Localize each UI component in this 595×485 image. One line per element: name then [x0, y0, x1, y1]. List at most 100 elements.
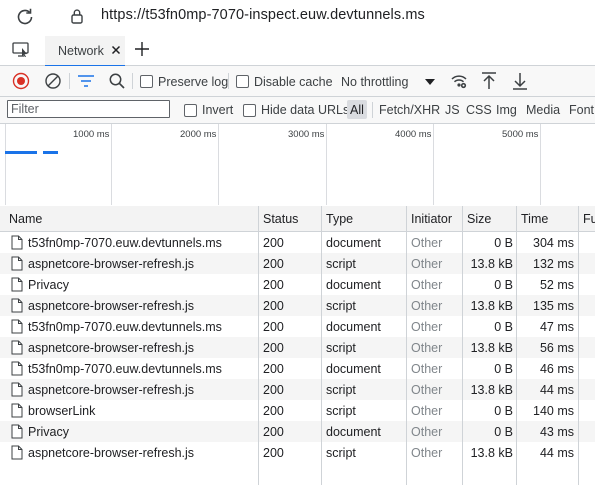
- filter-input[interactable]: [7, 100, 170, 118]
- table-row[interactable]: browserLink 200 script Other 0 B 140 ms: [0, 400, 595, 421]
- cell-status: 200: [263, 278, 284, 292]
- table-row[interactable]: aspnetcore-browser-refresh.js 200 script Ot…: [0, 253, 595, 274]
- overview-waterfall-bar: [5, 151, 37, 154]
- column-header-time[interactable]: Time: [521, 212, 548, 226]
- toolbar-divider: [132, 73, 133, 89]
- column-divider[interactable]: [321, 206, 322, 485]
- url-text[interactable]: https://t53fn0mp-7070-inspect.euw.devtun…: [101, 7, 425, 23]
- disable-cache-label[interactable]: Disable cache: [254, 75, 333, 89]
- column-header-size[interactable]: Size: [467, 212, 491, 226]
- column-header-fulfilled[interactable]: Fu: [583, 212, 595, 226]
- cell-name[interactable]: t53fn0mp-7070.euw.devtunnels.ms: [28, 362, 222, 376]
- cell-type: document: [326, 236, 381, 250]
- cell-size: 13.8 kB: [470, 383, 513, 397]
- table-row[interactable]: t53fn0mp-7070.euw.devtunnels.ms 200 docume…: [0, 316, 595, 337]
- cell-size: 0 B: [494, 236, 513, 250]
- table-row[interactable]: Privacy 200 document Other 0 B 43 ms: [0, 421, 595, 442]
- cell-size: 13.8 kB: [470, 446, 513, 460]
- table-row[interactable]: aspnetcore-browser-refresh.js 200 script Ot…: [0, 295, 595, 316]
- invert-checkbox[interactable]: [184, 104, 197, 117]
- disable-cache-checkbox[interactable]: [236, 75, 249, 88]
- table-row[interactable]: aspnetcore-browser-refresh.js 200 script Ot…: [0, 379, 595, 400]
- record-icon[interactable]: [12, 72, 30, 90]
- cell-name[interactable]: aspnetcore-browser-refresh.js: [28, 383, 194, 397]
- cell-name[interactable]: aspnetcore-browser-refresh.js: [28, 257, 194, 271]
- cell-status: 200: [263, 299, 284, 313]
- type-filter-fetch-xhr[interactable]: Fetch/XHR: [379, 103, 440, 117]
- file-icon: [11, 424, 23, 439]
- tab-network-label: Network: [58, 44, 104, 58]
- tab-network[interactable]: Network: [45, 36, 125, 67]
- preserve-log-label[interactable]: Preserve log: [158, 75, 228, 89]
- cell-type: script: [326, 341, 356, 355]
- cell-initiator: Other: [411, 236, 443, 250]
- column-divider[interactable]: [578, 206, 579, 485]
- cell-initiator: Other: [411, 257, 443, 271]
- file-icon: [11, 235, 23, 250]
- network-overview[interactable]: 1000 ms 2000 ms 3000 ms 4000 ms 5000 ms: [0, 124, 595, 207]
- cell-initiator: Other: [411, 446, 443, 460]
- table-row[interactable]: aspnetcore-browser-refresh.js 200 script Ot…: [0, 442, 595, 463]
- cell-type: script: [326, 446, 356, 460]
- file-icon: [11, 319, 23, 334]
- type-filter-all[interactable]: All: [347, 100, 367, 119]
- device-toolbar-icon[interactable]: [12, 42, 30, 57]
- type-filter-font[interactable]: Font: [569, 103, 594, 117]
- column-divider[interactable]: [406, 206, 407, 485]
- cell-name[interactable]: browserLink: [28, 404, 95, 418]
- network-conditions-icon[interactable]: [450, 73, 468, 89]
- cell-name[interactable]: aspnetcore-browser-refresh.js: [28, 341, 194, 355]
- cell-name[interactable]: aspnetcore-browser-refresh.js: [28, 446, 194, 460]
- column-divider[interactable]: [516, 206, 517, 485]
- toolbar-divider: [228, 73, 229, 89]
- column-header-type[interactable]: Type: [326, 212, 353, 226]
- type-filter-js[interactable]: JS: [445, 103, 460, 117]
- cell-name[interactable]: t53fn0mp-7070.euw.devtunnels.ms: [28, 320, 222, 334]
- cell-initiator: Other: [411, 341, 443, 355]
- file-icon: [11, 361, 23, 376]
- column-divider[interactable]: [258, 206, 259, 485]
- cell-name[interactable]: t53fn0mp-7070.euw.devtunnels.ms: [28, 236, 222, 250]
- throttling-select[interactable]: No throttling: [335, 70, 439, 94]
- cell-name[interactable]: aspnetcore-browser-refresh.js: [28, 299, 194, 313]
- reload-icon[interactable]: [14, 6, 36, 28]
- cell-size: 13.8 kB: [470, 299, 513, 313]
- filter-icon[interactable]: [77, 74, 95, 88]
- overview-gridline: [433, 124, 434, 205]
- column-header-status[interactable]: Status: [263, 212, 298, 226]
- caret-down-icon: [425, 79, 435, 86]
- filter-divider: [372, 102, 373, 118]
- hide-data-urls-label[interactable]: Hide data URLs: [261, 103, 349, 117]
- cell-time: 132 ms: [533, 257, 574, 271]
- table-row[interactable]: t53fn0mp-7070.euw.devtunnels.ms 200 docume…: [0, 358, 595, 379]
- cell-initiator: Other: [411, 383, 443, 397]
- cell-time: 47 ms: [539, 320, 574, 334]
- download-icon[interactable]: [512, 71, 528, 91]
- column-divider[interactable]: [462, 206, 463, 485]
- type-filter-media[interactable]: Media: [526, 103, 560, 117]
- table-row[interactable]: t53fn0mp-7070.euw.devtunnels.ms 200 docume…: [0, 232, 595, 253]
- clear-icon[interactable]: [44, 72, 62, 90]
- cell-name[interactable]: Privacy: [28, 278, 69, 292]
- preserve-log-checkbox[interactable]: [140, 75, 153, 88]
- requests-table: Name Status Type Initiator Size Time Fu …: [0, 206, 595, 485]
- lock-icon[interactable]: [70, 8, 84, 24]
- type-filter-img[interactable]: Img: [496, 103, 517, 117]
- throttling-value: No throttling: [341, 75, 409, 89]
- upload-icon[interactable]: [481, 71, 497, 91]
- close-icon[interactable]: [111, 45, 121, 55]
- table-row[interactable]: Privacy 200 document Other 0 B 52 ms: [0, 274, 595, 295]
- invert-label[interactable]: Invert: [202, 103, 233, 117]
- search-icon[interactable]: [108, 72, 126, 90]
- plus-icon[interactable]: [134, 41, 150, 57]
- cell-type: document: [326, 425, 381, 439]
- column-header-name[interactable]: Name: [9, 212, 42, 226]
- hide-data-urls-checkbox[interactable]: [243, 104, 256, 117]
- cell-time: 52 ms: [539, 278, 574, 292]
- table-row[interactable]: aspnetcore-browser-refresh.js 200 script Ot…: [0, 337, 595, 358]
- file-icon: [11, 298, 23, 313]
- type-filter-css[interactable]: CSS: [466, 103, 492, 117]
- column-header-initiator[interactable]: Initiator: [411, 212, 452, 226]
- cell-time: 46 ms: [539, 362, 574, 376]
- cell-name[interactable]: Privacy: [28, 425, 69, 439]
